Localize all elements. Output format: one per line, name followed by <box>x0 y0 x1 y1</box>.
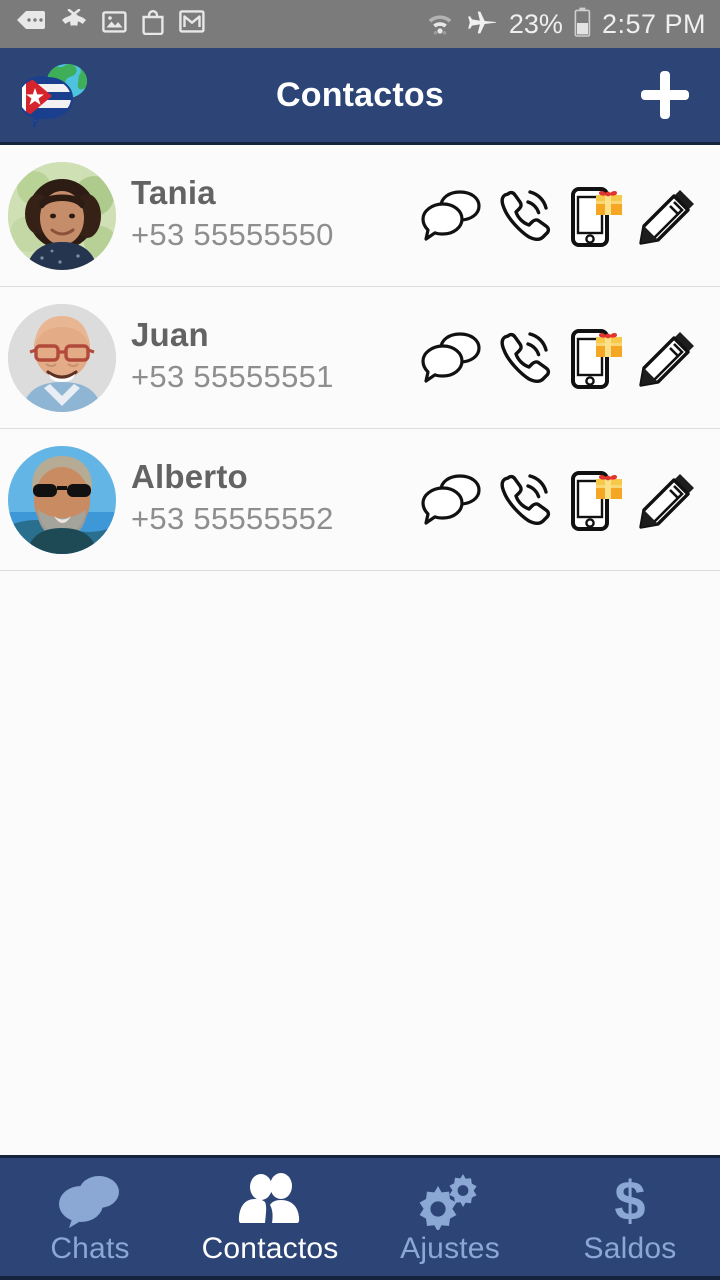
contact-name: Juan <box>131 315 209 353</box>
call-icon[interactable] <box>488 322 560 394</box>
svg-text:$: $ <box>614 1172 645 1230</box>
nav-item-chats[interactable]: Chats <box>0 1158 180 1276</box>
missed-call-icon <box>60 8 88 40</box>
contact-info: Tania +53 55555550 <box>131 174 416 258</box>
nav-item-label: Ajustes <box>400 1232 500 1265</box>
contact-info: Alberto +53 55555552 <box>131 458 416 542</box>
status-bar-system: 23% 2:57 PM <box>425 7 706 42</box>
nav-item-saldos[interactable]: $ Saldos <box>540 1158 720 1276</box>
contact-row[interactable]: Alberto +53 55555552 <box>0 429 720 571</box>
people-icon <box>235 1168 305 1230</box>
contact-name: Tania <box>131 173 216 211</box>
call-icon[interactable] <box>488 464 560 536</box>
nav-item-label: Contactos <box>201 1232 339 1265</box>
status-bar-notifications <box>16 8 205 40</box>
recharge-gift-icon[interactable] <box>560 464 632 536</box>
avatar <box>8 303 116 412</box>
shopping-bag-icon <box>141 9 165 40</box>
chat-icon[interactable] <box>416 464 488 536</box>
battery-icon <box>574 7 591 42</box>
edit-pencil-icon[interactable] <box>632 464 704 536</box>
contact-info: Juan +53 55555551 <box>131 316 416 400</box>
app-bar: Contactos <box>0 48 720 145</box>
avatar <box>8 445 116 554</box>
battery-percent: 23% <box>508 8 563 39</box>
contact-list: Tania +53 55555550 Juan +53 55555551 Alb… <box>0 145 720 571</box>
contact-phone: +53 55555550 <box>131 216 334 252</box>
app-root: 23% 2:57 PM Contactos Tania +53 55555550… <box>0 0 720 1280</box>
chat-icon[interactable] <box>416 322 488 394</box>
bottom-navigation: Chats Contactos Ajustes $ Saldos <box>0 1155 720 1280</box>
call-icon[interactable] <box>488 180 560 252</box>
status-bar-clock: 2:57 PM <box>601 8 706 39</box>
edit-pencil-icon[interactable] <box>632 322 704 394</box>
status-bar: 23% 2:57 PM <box>0 0 720 48</box>
chat-bubbles-icon <box>55 1168 125 1230</box>
contact-actions <box>416 180 720 252</box>
recharge-gift-icon[interactable] <box>560 180 632 252</box>
contact-phone: +53 55555551 <box>131 358 334 394</box>
dollar-icon: $ <box>595 1168 665 1230</box>
sms-icon <box>16 10 46 39</box>
contact-phone: +53 55555552 <box>131 500 334 536</box>
wifi-icon <box>425 8 455 41</box>
contact-row[interactable]: Juan +53 55555551 <box>0 287 720 429</box>
image-icon <box>102 10 127 39</box>
edit-pencil-icon[interactable] <box>632 180 704 252</box>
nav-item-label: Saldos <box>583 1232 677 1265</box>
nav-item-ajustes[interactable]: Ajustes <box>360 1158 540 1276</box>
app-logo-icon <box>17 60 98 130</box>
contact-actions <box>416 322 720 394</box>
recharge-gift-icon[interactable] <box>560 322 632 394</box>
avatar <box>8 161 116 270</box>
nav-item-contactos[interactable]: Contactos <box>180 1158 360 1276</box>
nav-item-label: Chats <box>50 1232 130 1265</box>
contact-actions <box>416 464 720 536</box>
gears-icon <box>415 1168 485 1230</box>
contact-name: Alberto <box>131 457 248 495</box>
chat-icon[interactable] <box>416 180 488 252</box>
airplane-mode-icon <box>466 8 498 41</box>
contact-row[interactable]: Tania +53 55555550 <box>0 145 720 287</box>
gmail-icon <box>179 9 205 39</box>
page-title: Contactos <box>275 75 445 114</box>
add-contact-button[interactable] <box>634 64 696 126</box>
